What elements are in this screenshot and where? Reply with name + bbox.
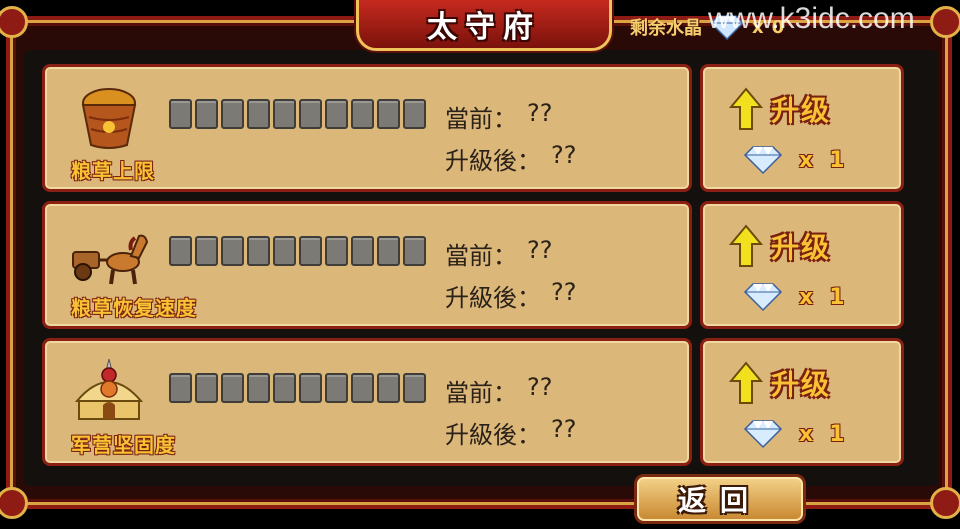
cost-value: 1: [829, 284, 845, 310]
current-label: 當前：: [445, 105, 517, 133]
row-label: 粮草恢复速度: [71, 296, 197, 320]
upgrade-progress-bar: [169, 99, 426, 129]
upgrade-button[interactable]: 升级: [729, 87, 831, 131]
progress-segment: [273, 373, 296, 403]
progress-segment: [247, 99, 270, 129]
progress-segment: [273, 99, 296, 129]
up-arrow-icon: [729, 87, 763, 130]
progress-segment: [247, 373, 270, 403]
progress-segment: [221, 373, 244, 403]
progress-segment: [325, 236, 348, 266]
progress-segment: [169, 236, 192, 266]
progress-segment: [195, 373, 218, 403]
progress-segment: [221, 99, 244, 129]
progress-segment: [403, 236, 426, 266]
frame-corner-ornament: [0, 487, 28, 519]
title-plaque: 太守府: [356, 0, 612, 51]
diamond-icon: [743, 283, 783, 312]
next-stat: 升級後： ??: [445, 141, 576, 176]
horse-cart-icon: [72, 234, 149, 285]
diamond-icon: [743, 146, 783, 175]
progress-segment: [351, 99, 374, 129]
progress-segment: [273, 236, 296, 266]
progress-segment: [247, 236, 270, 266]
upgrade-card-grain-limit[interactable]: 升级 x 1: [700, 64, 904, 192]
current-label: 當前：: [445, 242, 517, 270]
current-label: 當前：: [445, 379, 517, 407]
cost-multiplier: x: [799, 147, 814, 173]
upgrade-cost: x 1: [743, 282, 845, 312]
upgrade-label: 升级: [771, 94, 832, 127]
upgrade-button[interactable]: 升级: [729, 361, 831, 405]
progress-segment: [195, 99, 218, 129]
up-arrow-icon: [729, 361, 763, 404]
progress-segment: [299, 236, 322, 266]
cost-value: 1: [829, 421, 845, 447]
back-label: 返回: [677, 484, 762, 517]
next-value: ??: [551, 415, 577, 443]
frame-corner-ornament: [0, 6, 28, 38]
upgrade-progress-bar: [169, 373, 426, 403]
back-button[interactable]: 返回: [634, 474, 806, 524]
stat-card-grain-limit: 當前： ?? 升級後： ?? 粮草上限: [42, 64, 692, 192]
next-value: ??: [551, 278, 577, 306]
progress-segment: [221, 236, 244, 266]
grain-basket-icon: [81, 88, 137, 149]
progress-segment: [377, 373, 400, 403]
frame-corner-ornament: [930, 487, 960, 519]
progress-segment: [403, 373, 426, 403]
next-label: 升級後：: [445, 421, 541, 449]
upgrade-card-grain-recovery[interactable]: 升级 x 1: [700, 201, 904, 329]
row-label: 粮草上限: [71, 159, 155, 183]
progress-segment: [351, 373, 374, 403]
army-tent-icon: [74, 358, 144, 420]
up-arrow-icon: [729, 224, 763, 267]
current-value: ??: [527, 99, 553, 127]
diamond-icon: [743, 420, 783, 449]
upgrade-cost: x 1: [743, 145, 845, 175]
progress-segment: [169, 99, 192, 129]
progress-segment: [377, 99, 400, 129]
progress-segment: [377, 236, 400, 266]
stat-card-grain-recovery: 當前： ?? 升級後： ?? 粮草恢复速度: [42, 201, 692, 329]
upgrade-progress-bar: [169, 236, 426, 266]
cost-multiplier: x: [799, 421, 814, 447]
current-value: ??: [527, 236, 553, 264]
next-value: ??: [551, 141, 577, 169]
current-stat: 當前： ??: [445, 373, 552, 408]
upgrade-button[interactable]: 升级: [729, 224, 831, 268]
progress-segment: [351, 236, 374, 266]
progress-segment: [195, 236, 218, 266]
next-label: 升級後：: [445, 284, 541, 312]
progress-segment: [325, 99, 348, 129]
progress-segment: [169, 373, 192, 403]
current-stat: 當前： ??: [445, 99, 552, 134]
upgrade-cost: x 1: [743, 419, 845, 449]
current-stat: 當前： ??: [445, 236, 552, 271]
next-stat: 升級後： ??: [445, 415, 576, 450]
next-stat: 升級後： ??: [445, 278, 576, 313]
progress-segment: [299, 99, 322, 129]
page-title: 太守府: [427, 10, 541, 45]
next-label: 升級後：: [445, 147, 541, 175]
progress-segment: [299, 373, 322, 403]
stat-card-camp-durability: 當前： ?? 升級後： ?? 军营坚固度: [42, 338, 692, 466]
upgrade-label: 升级: [771, 368, 832, 401]
row-label: 军营坚固度: [71, 433, 176, 457]
upgrade-card-camp-durability[interactable]: 升级 x 1: [700, 338, 904, 466]
progress-segment: [325, 373, 348, 403]
frame-corner-ornament: [930, 6, 960, 38]
upgrade-label: 升级: [771, 231, 832, 264]
cost-value: 1: [829, 147, 845, 173]
cost-multiplier: x: [799, 284, 814, 310]
progress-segment: [403, 99, 426, 129]
watermark: www.k3idc.com: [708, 2, 915, 35]
crystal-label: 剩余水晶: [630, 18, 702, 39]
current-value: ??: [527, 373, 553, 401]
